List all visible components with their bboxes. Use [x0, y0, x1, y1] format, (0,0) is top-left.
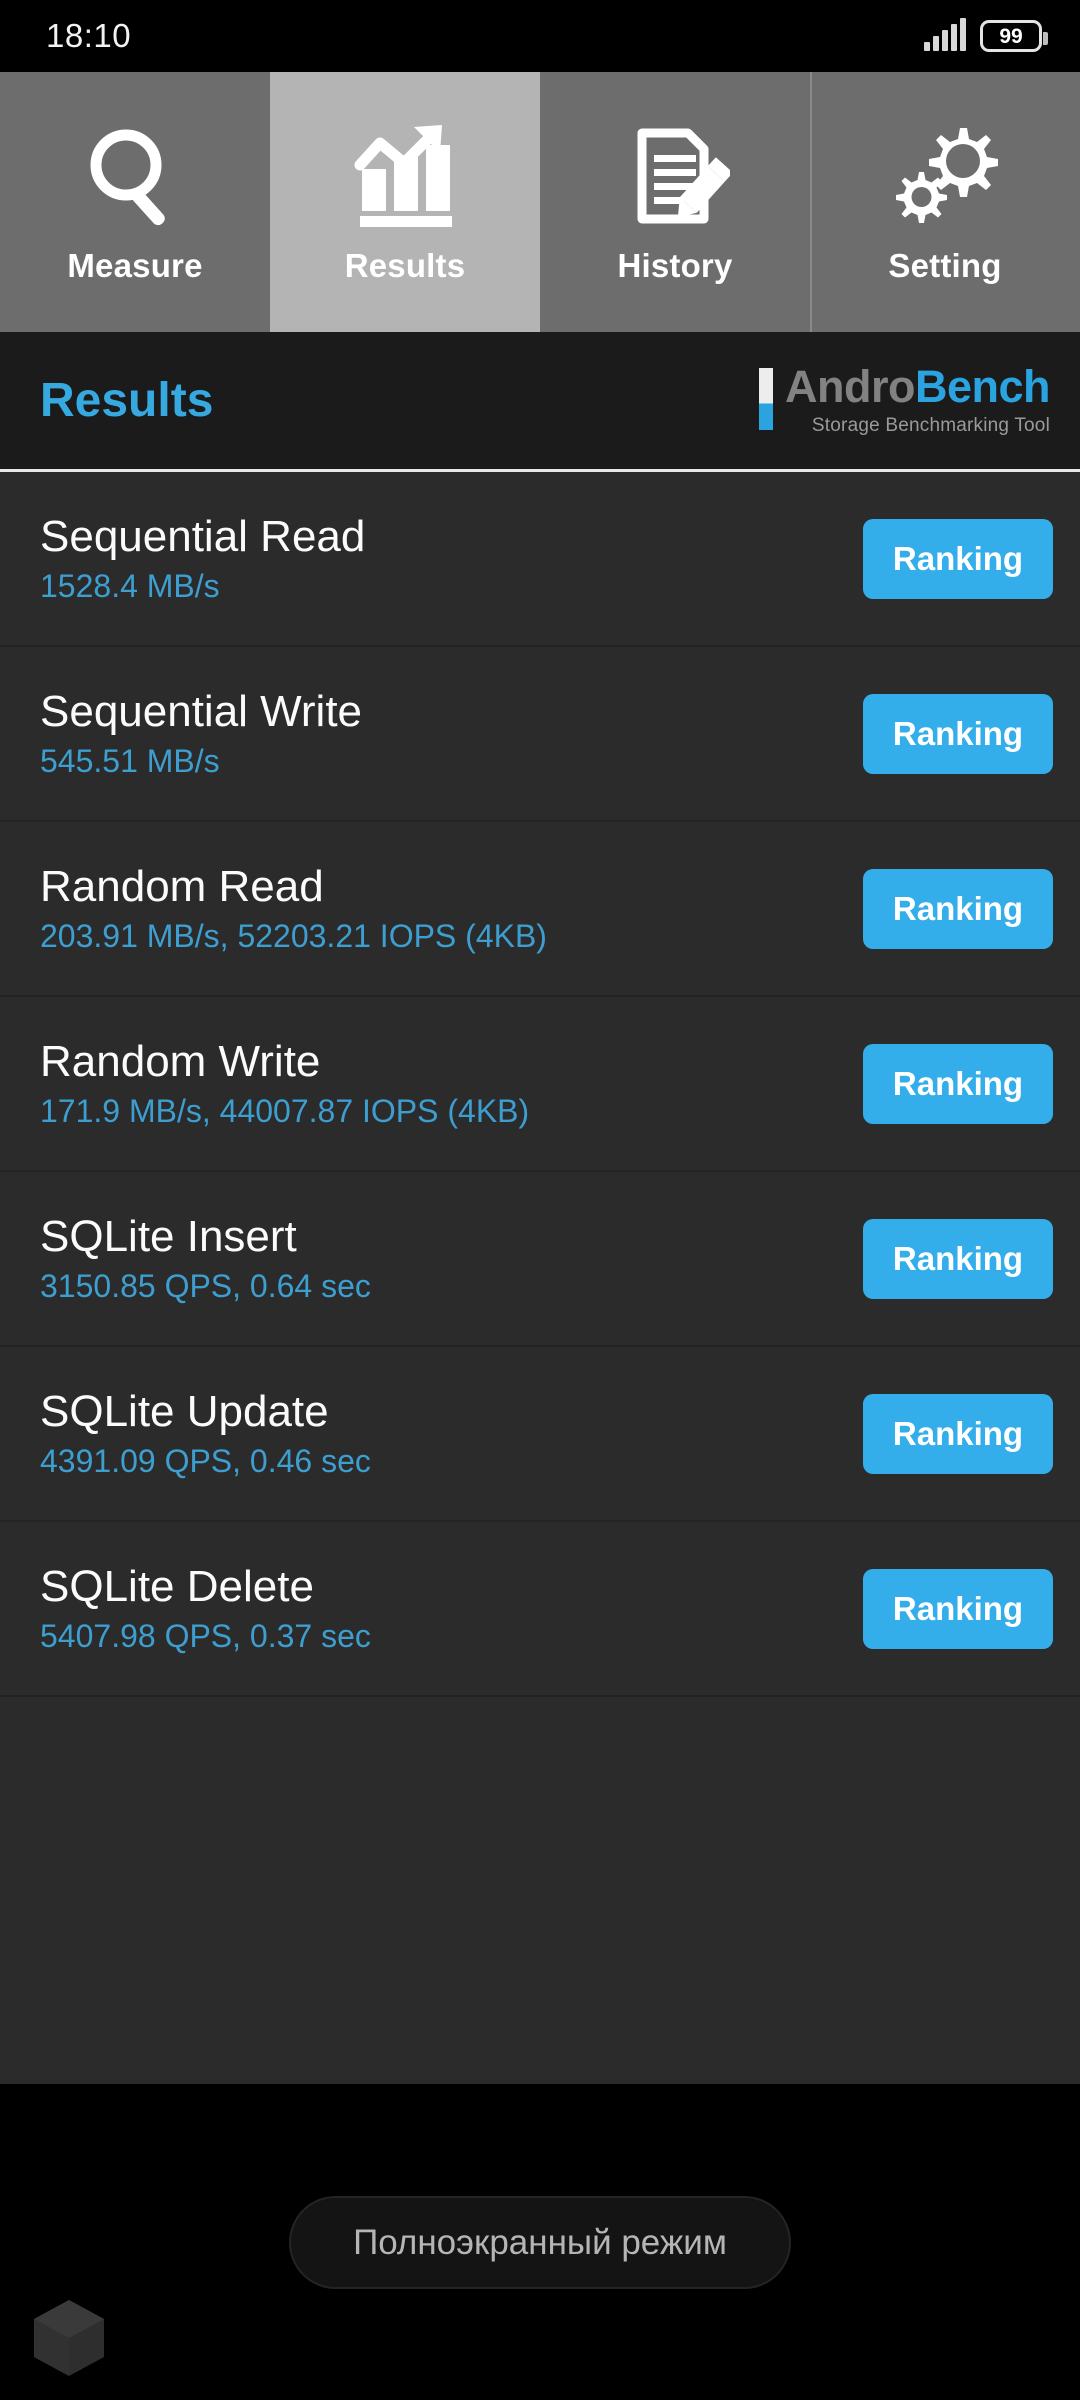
bottom-bar: Полноэкранный режим [0, 2084, 1080, 2400]
signal-bars-icon [924, 18, 966, 51]
hexagon-cube-icon[interactable] [32, 2298, 106, 2378]
result-texts: SQLite Delete 5407.98 QPS, 0.37 sec [40, 1561, 371, 1654]
tab-measure[interactable]: Measure [0, 72, 270, 332]
status-icons: 99 [924, 18, 1048, 52]
results-list[interactable]: Sequential Read 1528.4 MB/s Ranking Sequ… [0, 472, 1080, 2084]
gears-icon [886, 119, 1004, 237]
status-time: 18:10 [46, 17, 132, 54]
table-row[interactable]: Sequential Read 1528.4 MB/s Ranking [0, 472, 1080, 647]
tab-setting-label: Setting [888, 247, 1002, 284]
logo-name-andro: Andro [784, 361, 915, 412]
tab-results-label: Results [344, 247, 466, 284]
tab-measure-label: Measure [67, 247, 203, 284]
table-row[interactable]: SQLite Delete 5407.98 QPS, 0.37 sec Rank… [0, 1522, 1080, 1697]
tab-results[interactable]: Results [270, 72, 540, 332]
ranking-button[interactable]: Ranking [863, 1218, 1053, 1299]
logo-name-bench: Bench [914, 361, 1051, 412]
result-value: 203.91 MB/s, 52203.21 IOPS (4KB) [40, 917, 547, 954]
result-value: 3150.85 QPS, 0.64 sec [40, 1267, 371, 1304]
result-texts: SQLite Update 4391.09 QPS, 0.46 sec [40, 1386, 371, 1479]
result-texts: Sequential Read 1528.4 MB/s [40, 511, 366, 604]
tab-setting[interactable]: Setting [810, 72, 1080, 332]
logo-name: AndroBench [784, 361, 1051, 412]
table-row[interactable]: SQLite Insert 3150.85 QPS, 0.64 sec Rank… [0, 1172, 1080, 1347]
ranking-button[interactable]: Ranking [863, 693, 1053, 774]
result-title: SQLite Update [40, 1386, 329, 1436]
magnifier-icon [80, 119, 190, 237]
result-title: SQLite Delete [40, 1561, 314, 1611]
document-pencil-icon [620, 119, 730, 237]
logo-subtitle: Storage Benchmarking Tool [811, 415, 1050, 436]
androbench-logo: AndroBench Storage Benchmarking Tool [758, 361, 1051, 437]
table-row[interactable]: Random Read 203.91 MB/s, 52203.21 IOPS (… [0, 822, 1080, 997]
bar-chart-arrow-icon [346, 119, 464, 237]
result-title: SQLite Insert [40, 1211, 297, 1261]
result-title: Sequential Write [40, 686, 363, 736]
ranking-button[interactable]: Ranking [863, 518, 1053, 599]
result-texts: Random Write 171.9 MB/s, 44007.87 IOPS (… [40, 1036, 530, 1129]
tab-history-label: History [617, 247, 733, 284]
result-value: 4391.09 QPS, 0.46 sec [40, 1442, 371, 1479]
table-row[interactable]: Random Write 171.9 MB/s, 44007.87 IOPS (… [0, 997, 1080, 1172]
battery-level: 99 [999, 24, 1023, 48]
table-row[interactable]: Sequential Write 545.51 MB/s Ranking [0, 647, 1080, 822]
ranking-button[interactable]: Ranking [863, 1568, 1053, 1649]
result-title: Random Read [40, 861, 324, 911]
tab-history[interactable]: History [540, 72, 810, 332]
result-title: Sequential Read [40, 511, 366, 561]
result-texts: Random Read 203.91 MB/s, 52203.21 IOPS (… [40, 861, 547, 954]
logo-bar-icon [758, 368, 773, 430]
result-title: Random Write [40, 1036, 321, 1086]
table-row[interactable]: SQLite Update 4391.09 QPS, 0.46 sec Rank… [0, 1347, 1080, 1522]
result-texts: SQLite Insert 3150.85 QPS, 0.64 sec [40, 1211, 371, 1304]
result-texts: Sequential Write 545.51 MB/s [40, 686, 363, 779]
result-value: 171.9 MB/s, 44007.87 IOPS (4KB) [40, 1092, 530, 1129]
status-bar: 18:10 99 [0, 0, 1080, 72]
ranking-button[interactable]: Ranking [863, 1393, 1053, 1474]
result-value: 5407.98 QPS, 0.37 sec [40, 1617, 371, 1654]
page-title: Results [40, 374, 214, 427]
tab-bar: Measure Results History Setting [0, 72, 1080, 332]
app-header: Results AndroBench Storage Benchmarking … [0, 332, 1080, 472]
battery-icon: 99 [980, 20, 1048, 52]
ranking-button[interactable]: Ranking [863, 1043, 1053, 1124]
result-value: 545.51 MB/s [40, 742, 220, 779]
ranking-button[interactable]: Ranking [863, 868, 1053, 949]
result-value: 1528.4 MB/s [40, 567, 220, 604]
fullscreen-mode-button[interactable]: Полноэкранный режим [289, 2195, 791, 2289]
logo-text: AndroBench Storage Benchmarking Tool [784, 361, 1051, 437]
